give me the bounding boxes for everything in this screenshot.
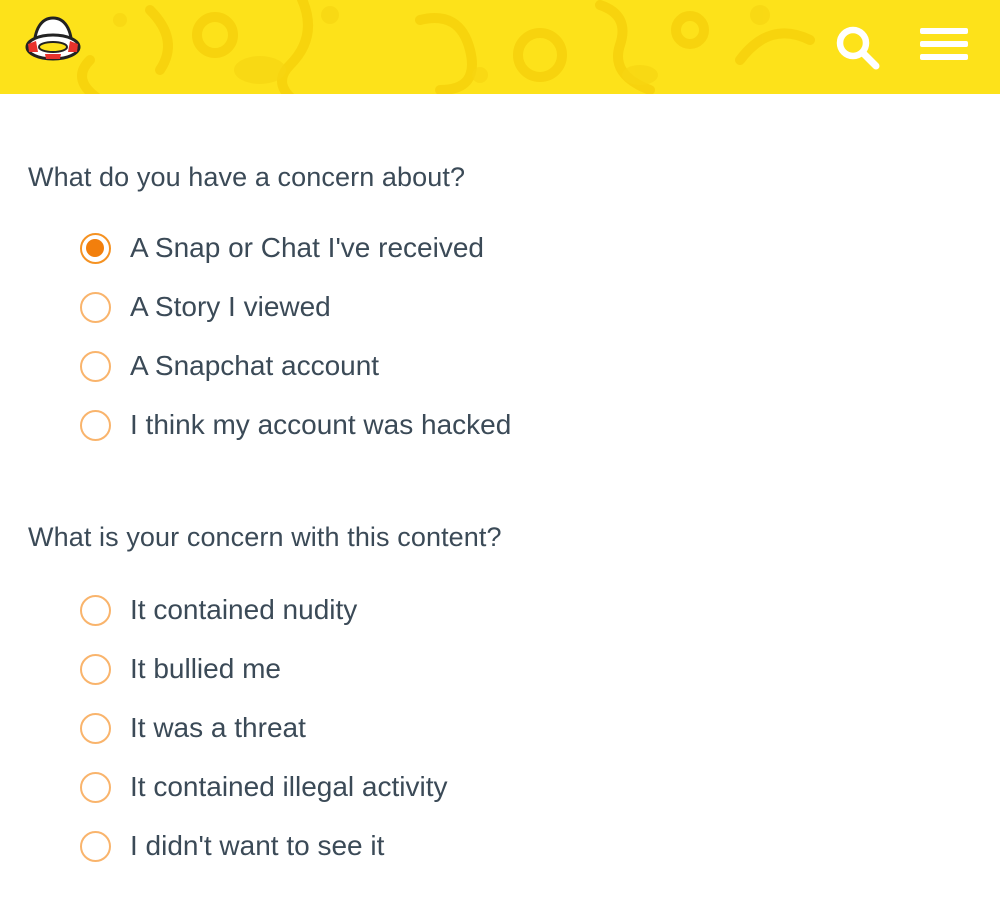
option-story-viewed[interactable]: A Story I viewed <box>80 287 331 327</box>
radio-button[interactable] <box>80 350 111 382</box>
option-label: It contained illegal activity <box>130 771 448 802</box>
option-nudity[interactable]: It contained nudity <box>80 590 357 630</box>
option-bullied[interactable]: It bullied me <box>80 649 281 689</box>
option-threat[interactable]: It was a threat <box>80 708 306 748</box>
option-label: A Story I viewed <box>130 291 331 322</box>
radio-button[interactable] <box>80 291 111 323</box>
search-icon[interactable] <box>832 22 884 74</box>
radio-button[interactable] <box>80 771 111 803</box>
option-label: It bullied me <box>130 653 281 684</box>
option-snap-or-chat[interactable]: A Snap or Chat I've received <box>80 228 484 268</box>
radio-button[interactable] <box>80 830 111 862</box>
option-label: It contained nudity <box>130 594 358 625</box>
radio-button-selected[interactable] <box>80 232 111 264</box>
option-snapchat-account[interactable]: A Snapchat account <box>80 346 379 386</box>
radio-button[interactable] <box>80 653 111 685</box>
radio-button[interactable] <box>80 712 111 744</box>
option-didnt-want-to-see[interactable]: I didn't want to see it <box>80 826 384 866</box>
option-label: A Snapchat account <box>130 350 380 381</box>
radio-button[interactable] <box>80 409 111 441</box>
option-label: It was a threat <box>130 712 306 743</box>
option-label: I think my account was hacked <box>130 409 512 440</box>
option-label: I didn't want to see it <box>130 830 385 861</box>
ghost-lifebuoy-icon[interactable] <box>22 14 84 68</box>
radio-button[interactable] <box>80 594 111 626</box>
option-account-hacked[interactable]: I think my account was hacked <box>80 405 511 445</box>
question-concern-content: What is your concern with this content? <box>28 522 502 552</box>
hamburger-menu-icon[interactable] <box>918 22 970 74</box>
site-header <box>0 0 1000 94</box>
question-concern-about: What do you have a concern about? <box>28 162 466 192</box>
option-illegal-activity[interactable]: It contained illegal activity <box>80 767 448 807</box>
option-label: A Snap or Chat I've received <box>130 232 484 263</box>
